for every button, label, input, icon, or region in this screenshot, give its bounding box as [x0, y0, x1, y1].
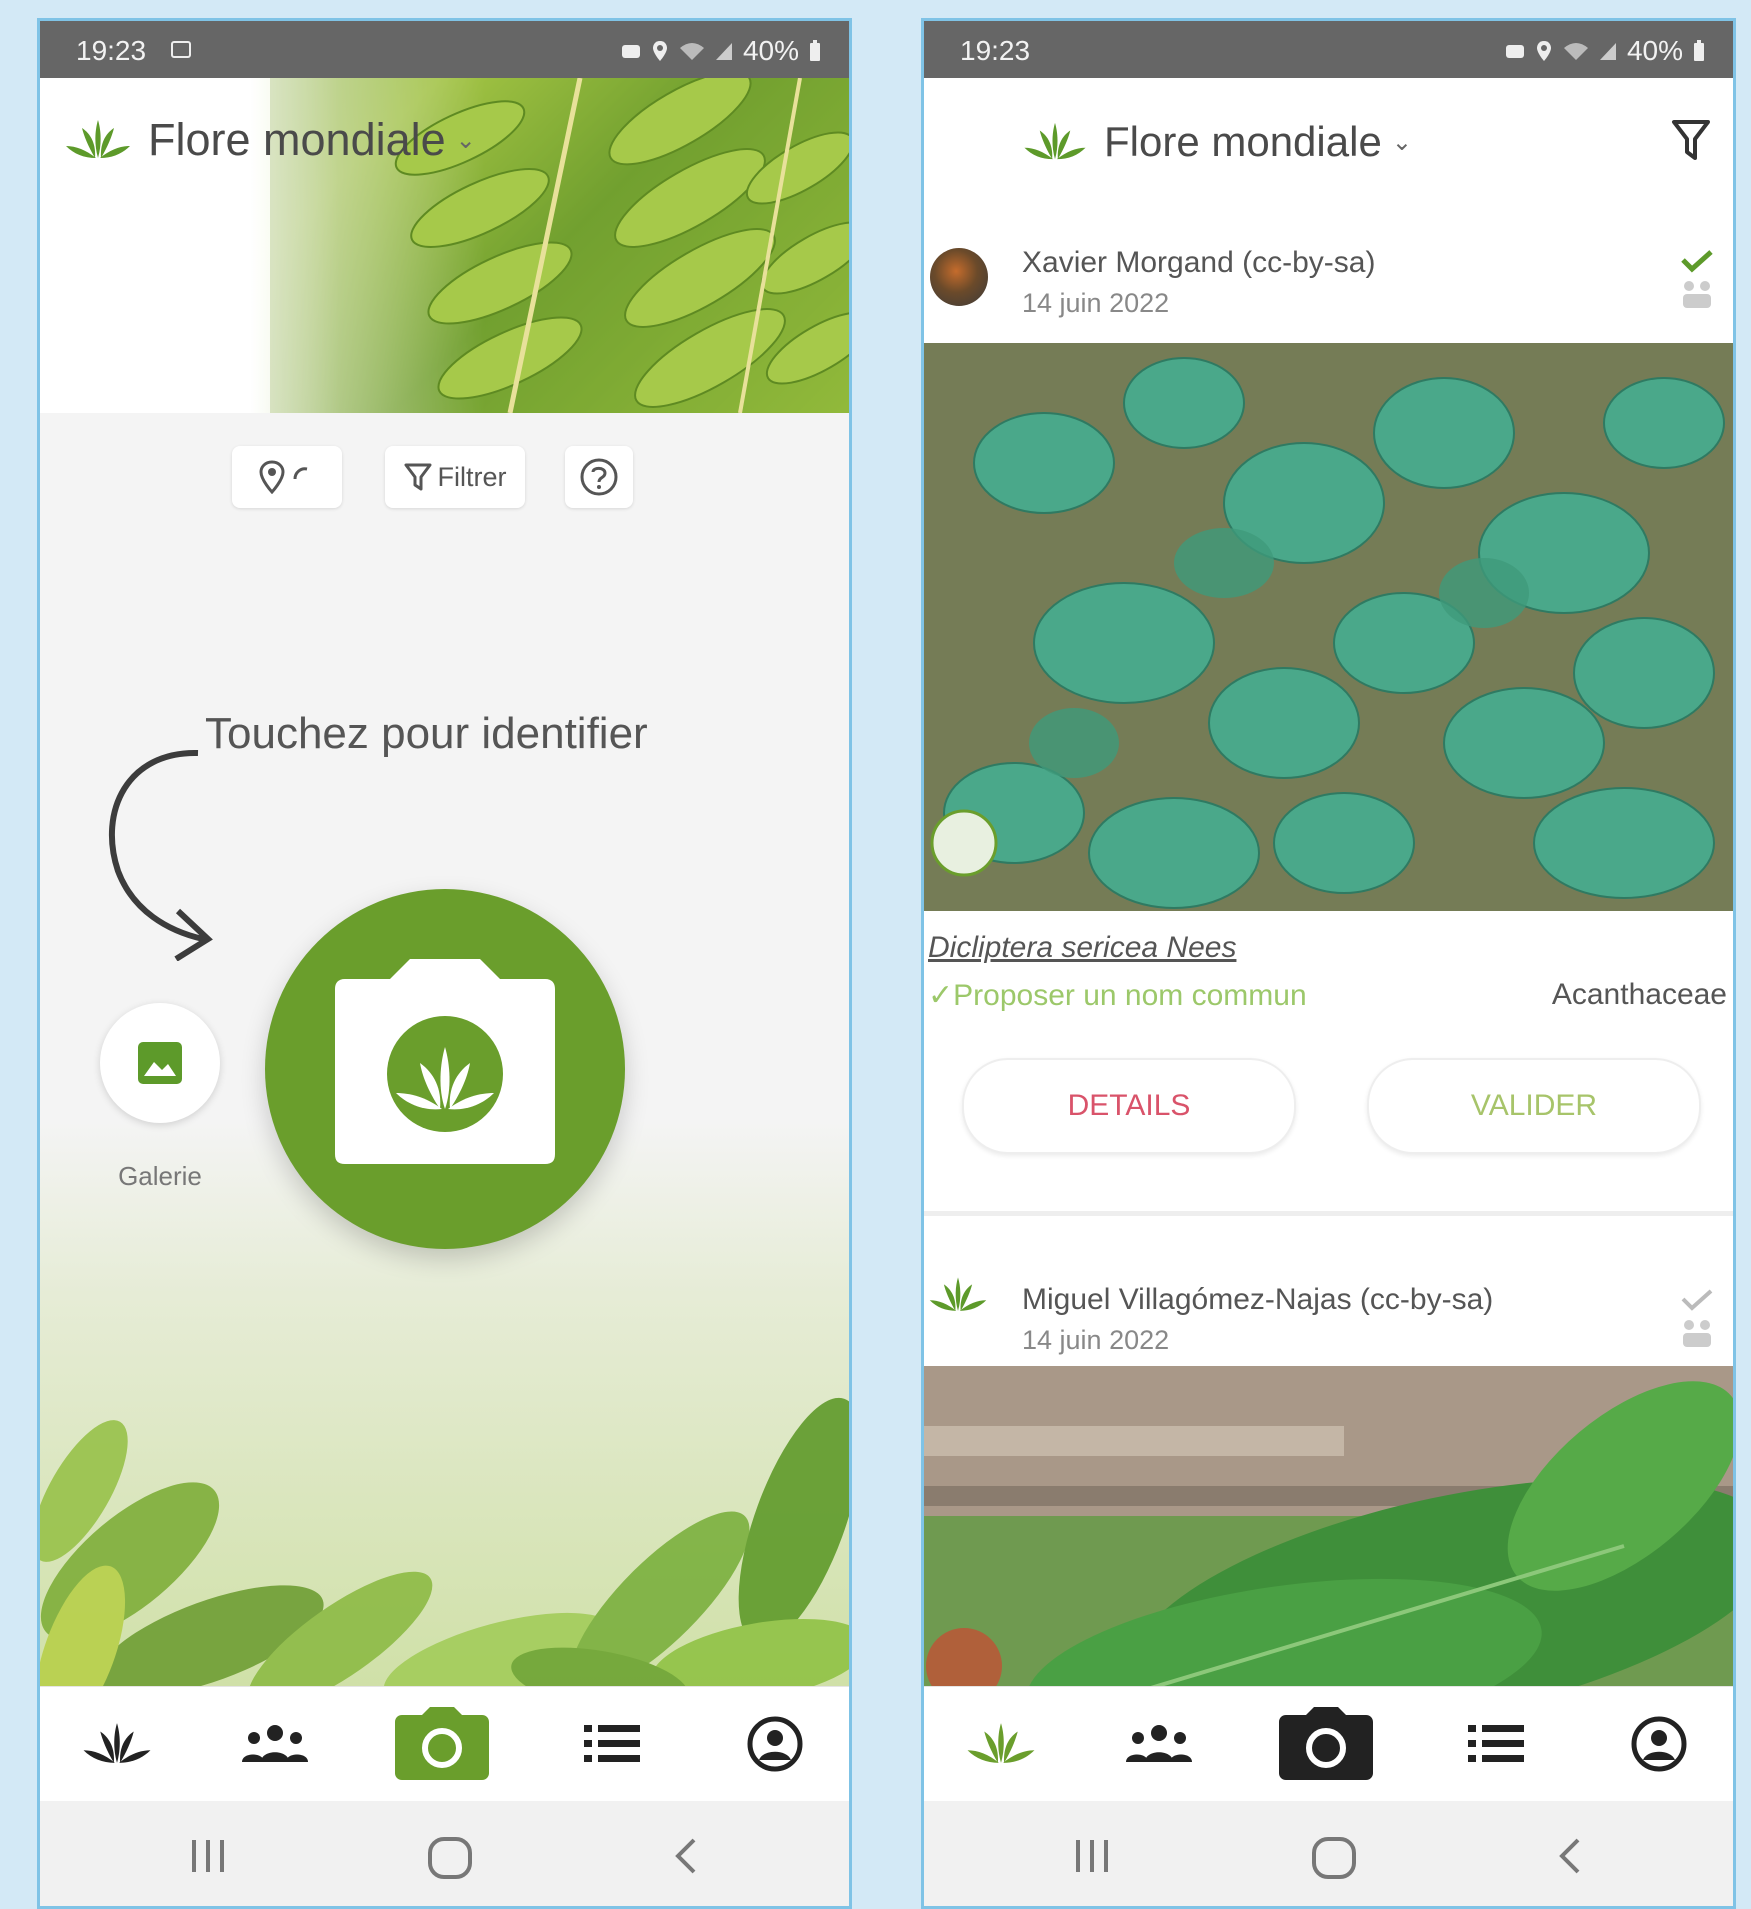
system-navigation	[924, 1801, 1733, 1906]
gallery-label: Galerie	[118, 1161, 202, 1191]
phone-identify-screen: 19:23 40% Flore mondiale ⌄ Filtrer Touch…	[37, 18, 852, 1909]
phone-feed-screen: 19:23 40% Flore mondiale ⌄ Xavier Morgan…	[921, 18, 1736, 1909]
post-date: 14 juin 2022	[1022, 288, 1170, 318]
bottom-navigation	[40, 1686, 849, 1802]
post-date: 14 juin 2022	[1022, 1325, 1170, 1355]
bottom-navigation	[924, 1686, 1733, 1802]
family-name: Acanthaceae	[1551, 978, 1727, 1011]
funnel-icon	[404, 463, 431, 491]
curved-arrow-icon	[108, 749, 213, 961]
nav-camera-tab[interactable]	[1276, 1705, 1376, 1783]
filter-icon[interactable]	[1671, 118, 1711, 162]
nav-list-tab[interactable]	[567, 1705, 657, 1783]
sync-icon	[621, 45, 640, 58]
community-icon	[242, 1725, 308, 1762]
battery-level: 40%	[742, 35, 799, 66]
observation-photo[interactable]	[924, 1366, 1733, 1706]
list-icon	[584, 1725, 640, 1762]
unvalidated-check-icon	[1681, 1289, 1713, 1347]
community-icon	[1126, 1725, 1192, 1762]
signal-icon	[715, 43, 732, 60]
nav-camera-tab[interactable]	[392, 1705, 492, 1783]
avatar[interactable]	[930, 248, 988, 306]
feed-header: Flore mondiale ⌄	[924, 78, 1733, 188]
gallery-notification-icon	[171, 41, 191, 58]
plant-logo-icon	[1024, 122, 1086, 160]
app-title-text: Flore mondiale	[148, 114, 446, 165]
camera-icon	[1279, 1707, 1373, 1780]
help-icon	[580, 458, 618, 496]
image-icon	[138, 1042, 182, 1084]
camera-icon	[395, 1707, 489, 1780]
location-icon	[652, 41, 667, 61]
home-icon[interactable]	[1311, 1836, 1357, 1880]
clover-plant-image	[924, 343, 1733, 911]
back-icon[interactable]	[670, 1836, 700, 1876]
post-header: Miguel Villagómez-Najas (cc-by-sa) 14 ju…	[924, 1241, 1733, 1366]
help-button[interactable]	[565, 446, 633, 508]
status-icons: 40%	[1505, 35, 1705, 67]
post-author[interactable]: Xavier Morgand (cc-by-sa)	[1022, 246, 1375, 280]
leaf-plant-image	[924, 1366, 1733, 1706]
nav-profile-tab[interactable]	[735, 1705, 815, 1783]
identify-hint: Touchez pour identifier	[205, 709, 648, 758]
app-title-selector[interactable]: Flore mondiale ⌄	[64, 114, 476, 166]
status-bar: 19:23 40%	[924, 21, 1733, 78]
nav-community-tab[interactable]	[220, 1705, 330, 1783]
wifi-icon	[679, 43, 704, 60]
status-time: 19:23	[960, 35, 1031, 66]
identify-camera-button[interactable]	[265, 889, 625, 1249]
validated-check-icon	[1681, 250, 1713, 308]
battery-icon	[1694, 40, 1704, 61]
post-divider	[924, 1211, 1733, 1216]
plant-logo-icon	[66, 120, 130, 158]
back-icon[interactable]	[1554, 1836, 1584, 1876]
location-button[interactable]	[232, 446, 342, 508]
battery-level: 40%	[1626, 35, 1683, 66]
signal-icon	[1599, 43, 1616, 60]
location-icon	[1536, 41, 1551, 61]
filter-label: Filtrer	[437, 461, 507, 492]
chevron-down-icon: ⌄	[455, 126, 476, 154]
location-pin-icon	[259, 460, 285, 494]
details-button[interactable]: DETAILS	[962, 1058, 1296, 1154]
list-icon	[1468, 1725, 1524, 1762]
camera-plant-icon	[335, 959, 555, 1164]
status-time: 19:23	[76, 35, 147, 66]
nav-profile-tab[interactable]	[1619, 1705, 1699, 1783]
propose-common-name-link[interactable]: ✓Proposer un nom commun	[928, 978, 1307, 1013]
loading-spinner-icon	[293, 467, 308, 480]
nav-flora-tab[interactable]	[62, 1705, 172, 1783]
nav-flora-tab[interactable]	[946, 1705, 1056, 1783]
nav-list-tab[interactable]	[1451, 1705, 1541, 1783]
sync-icon	[1505, 45, 1524, 58]
recent-apps-icon[interactable]	[188, 1836, 228, 1876]
nav-community-tab[interactable]	[1104, 1705, 1214, 1783]
chevron-down-icon: ⌄	[1391, 128, 1412, 156]
hero-banner: Flore mondiale ⌄	[40, 78, 849, 413]
status-icons: 40%	[621, 35, 821, 67]
home-icon[interactable]	[427, 1836, 473, 1880]
profile-icon	[1631, 1716, 1687, 1772]
plant-avatar-icon[interactable]	[928, 1275, 988, 1315]
app-title-selector[interactable]: Flore mondiale ⌄	[1022, 118, 1412, 166]
plant-icon	[83, 1723, 151, 1763]
battery-icon	[810, 40, 820, 61]
status-bar: 19:23 40%	[40, 21, 849, 78]
profile-icon	[747, 1716, 803, 1772]
wifi-icon	[1563, 43, 1588, 60]
post-header: Xavier Morgand (cc-by-sa) 14 juin 2022	[924, 218, 1733, 343]
observation-photo[interactable]	[924, 343, 1733, 911]
filter-button[interactable]: Filtrer	[385, 446, 525, 508]
app-title-text: Flore mondiale	[1104, 118, 1382, 165]
post-author[interactable]: Miguel Villagómez-Najas (cc-by-sa)	[1022, 1283, 1493, 1317]
gallery-button[interactable]	[100, 1003, 220, 1123]
plant-icon	[967, 1723, 1035, 1763]
recent-apps-icon[interactable]	[1072, 1836, 1112, 1876]
validate-button[interactable]: VALIDER	[1367, 1058, 1701, 1154]
system-navigation	[40, 1801, 849, 1906]
species-name-link[interactable]: Dicliptera sericea Nees	[928, 931, 1236, 965]
